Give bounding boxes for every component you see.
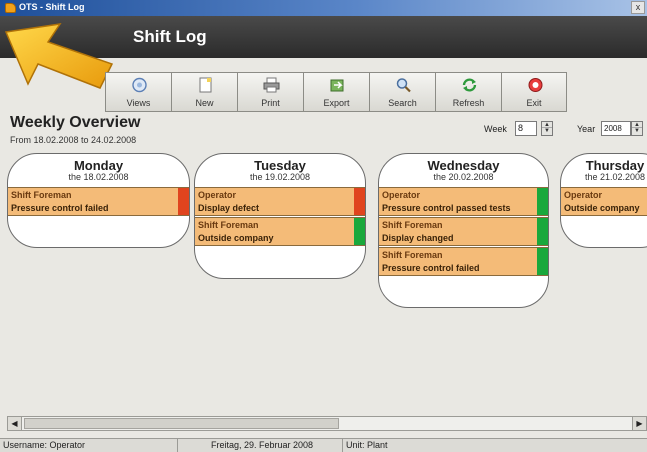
app-icon	[5, 3, 16, 13]
entry-text: Outside company	[564, 203, 640, 213]
search-icon	[396, 78, 411, 93]
status-indicator	[537, 188, 548, 215]
weekly-overview-title: Weekly Overview	[10, 114, 141, 131]
log-entry[interactable]: Operator Outside company	[561, 187, 647, 216]
day-name: Wednesday	[427, 158, 500, 173]
day-card-wednesday: Wednesday the 20.02.2008 Operator Pressu…	[378, 153, 549, 308]
day-name: Thursday	[585, 158, 645, 173]
scroll-right-icon[interactable]: ▶	[632, 417, 646, 430]
status-bar: Username: Operator Freitag, 29. Februar …	[0, 438, 647, 452]
entry-role: Shift Foreman	[11, 190, 72, 200]
entry-text: Pressure control failed	[382, 263, 480, 273]
exit-button[interactable]: Exit	[501, 72, 567, 112]
spin-down-icon: ▼	[634, 128, 640, 134]
log-entry[interactable]: Shift Foreman Pressure control failed	[8, 187, 189, 216]
entry-text: Outside company	[198, 233, 274, 243]
spin-down-icon: ▼	[544, 128, 550, 134]
status-indicator	[354, 218, 365, 245]
log-entry[interactable]: Shift Foreman Outside company	[195, 217, 365, 246]
status-indicator	[354, 188, 365, 215]
week-spinner[interactable]: ▲ ▼	[541, 121, 553, 136]
day-card-monday: Monday the 18.02.2008 Shift Foreman Pres…	[7, 153, 190, 248]
scroll-left-icon[interactable]: ◀	[8, 417, 22, 430]
entry-text: Pressure control failed	[11, 203, 109, 213]
log-entry[interactable]: Shift Foreman Pressure control failed	[379, 247, 548, 276]
search-label: Search	[388, 98, 417, 108]
log-entry[interactable]: Operator Pressure control passed tests	[379, 187, 548, 216]
scroll-thumb[interactable]	[24, 418, 339, 429]
printer-icon	[263, 77, 280, 93]
entry-role: Operator	[198, 190, 237, 200]
refresh-label: Refresh	[452, 98, 485, 108]
views-label: Views	[126, 98, 151, 108]
refresh-button[interactable]: Refresh	[435, 72, 501, 112]
entry-text: Display defect	[198, 203, 260, 213]
refresh-icon	[462, 78, 477, 92]
export-label: Export	[323, 98, 350, 108]
print-button[interactable]: Print	[237, 72, 303, 112]
new-document-icon	[199, 77, 212, 93]
day-card-tuesday: Tuesday the 19.02.2008 Operator Display …	[194, 153, 366, 279]
log-entry[interactable]: Operator Display defect	[195, 187, 365, 216]
entry-role: Shift Foreman	[382, 220, 443, 230]
day-name: Monday	[73, 158, 124, 173]
print-label: Print	[261, 98, 280, 108]
page-title: Shift Log	[133, 27, 207, 46]
new-button[interactable]: New	[171, 72, 237, 112]
day-date: the 19.02.2008	[249, 172, 311, 182]
views-icon	[132, 77, 147, 93]
entry-role: Shift Foreman	[198, 220, 259, 230]
new-label: New	[195, 98, 214, 108]
day-card-thursday: Thursday the 21.02.2008 Operator Outside…	[560, 153, 647, 248]
year-spinner[interactable]: ▲ ▼	[631, 121, 643, 136]
year-input[interactable]: 2008	[601, 121, 631, 136]
horizontal-scrollbar[interactable]: ◀ ▶	[7, 416, 647, 431]
exit-icon	[528, 78, 543, 92]
toolbar: Views New Print Export Search Refresh Ex…	[105, 72, 568, 112]
day-date: the 21.02.2008	[584, 172, 646, 182]
week-input[interactable]: 8	[515, 121, 537, 136]
day-date: the 18.02.2008	[68, 172, 129, 182]
entry-role: Shift Foreman	[382, 250, 443, 260]
search-button[interactable]: Search	[369, 72, 435, 112]
entry-role: Operator	[382, 190, 421, 200]
pointer-arrow-icon	[4, 23, 114, 89]
log-entry[interactable]: Shift Foreman Display changed	[379, 217, 548, 246]
status-indicator	[537, 248, 548, 275]
year-label: Year	[577, 124, 596, 134]
window-title-bar: OTS - Shift Log x	[0, 0, 647, 16]
exit-label: Exit	[526, 98, 542, 108]
date-range: From 18.02.2008 to 24.02.2008	[10, 135, 137, 145]
close-button[interactable]: x	[631, 1, 645, 14]
status-indicator	[178, 188, 189, 215]
status-unit: Unit: Plant	[346, 440, 388, 450]
views-button[interactable]: Views	[105, 72, 171, 112]
window-title: OTS - Shift Log	[19, 2, 85, 12]
entry-text: Pressure control passed tests	[382, 203, 511, 213]
entry-role: Operator	[564, 190, 603, 200]
status-username: Username: Operator	[0, 439, 178, 452]
day-name: Tuesday	[254, 158, 306, 173]
export-icon	[330, 79, 344, 92]
day-date: the 20.02.2008	[433, 172, 494, 182]
status-indicator	[537, 218, 548, 245]
status-date: Freitag, 29. Februar 2008	[178, 439, 343, 452]
entry-text: Display changed	[382, 233, 454, 243]
export-button[interactable]: Export	[303, 72, 369, 112]
week-label: Week	[484, 124, 507, 134]
